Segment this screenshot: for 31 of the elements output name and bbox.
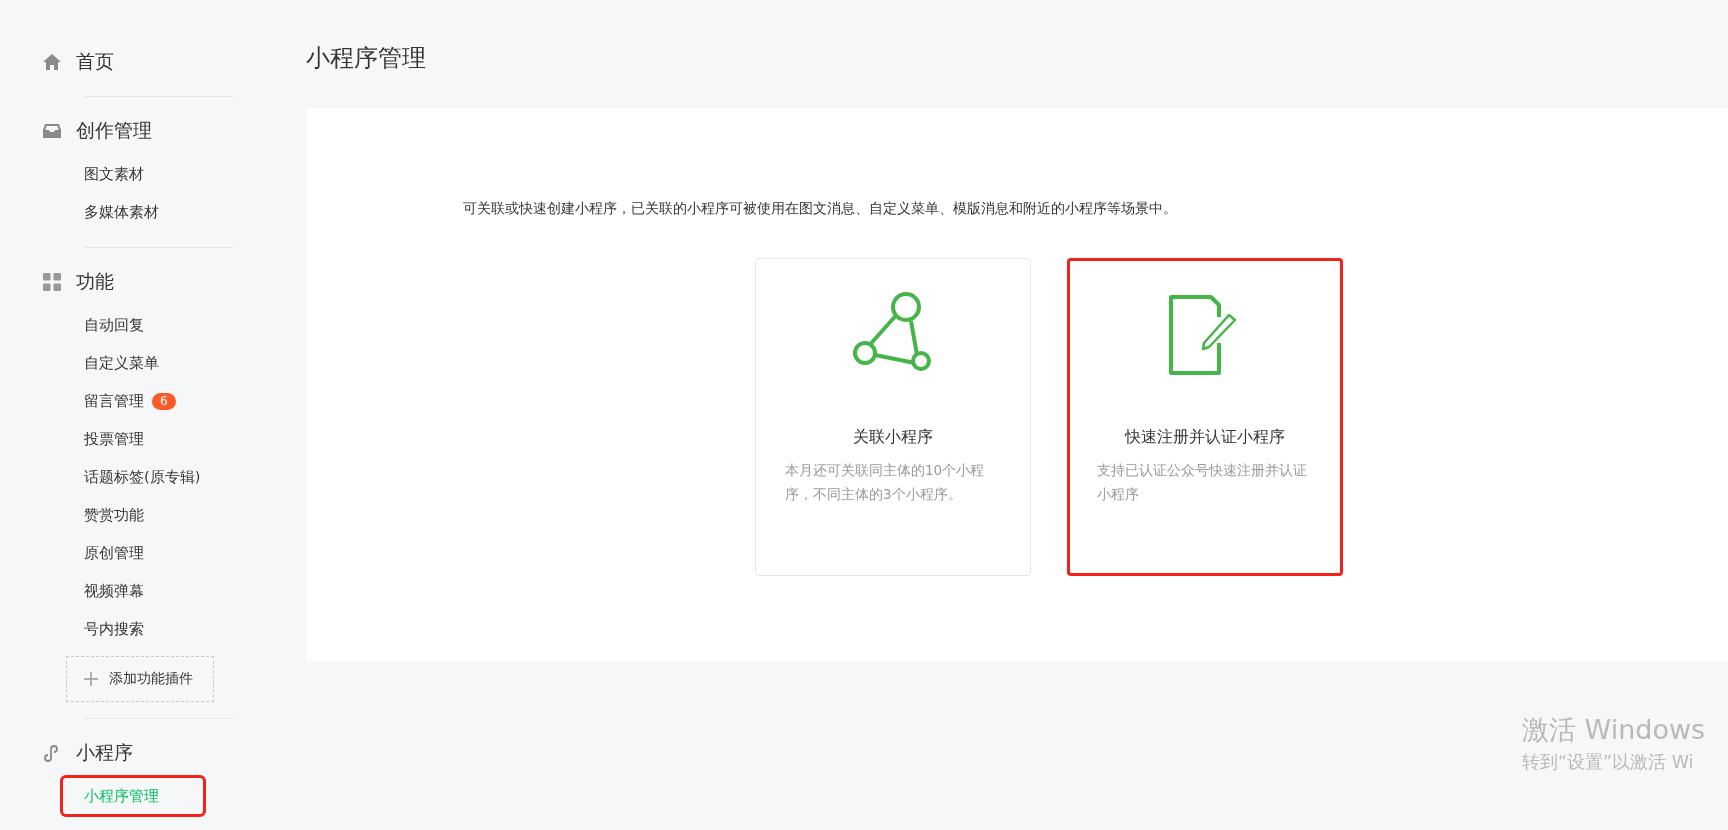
option-card[interactable]: 关联小程序 本月还可关联同主体的10个小程序，不同主体的3个小程序。 <box>755 258 1031 576</box>
option-card[interactable]: 快速注册并认证小程序 支持已认证公众号快速注册并认证小程序 <box>1067 258 1343 576</box>
page-title: 小程序管理 <box>306 43 427 74</box>
activation-notice-title: 激活 Windows <box>1522 713 1706 747</box>
sidebar-item[interactable]: 原创管理 <box>62 534 204 572</box>
plus-icon <box>83 671 99 687</box>
sidebar-heading[interactable]: 小程序 <box>76 740 133 766</box>
home-icon <box>42 52 62 72</box>
add-plugin-button[interactable]: 添加功能插件 <box>66 656 214 702</box>
sidebar-item[interactable]: 图文素材 <box>62 155 204 193</box>
description-text: 可关联或快速创建小程序，已关联的小程序可被使用在图文消息、自定义菜单、模版消息和附近的小程序等场景中。 <box>463 200 1178 218</box>
sidebar-heading[interactable]: 首页 <box>76 49 114 75</box>
sidebar-heading[interactable]: 功能 <box>76 269 114 295</box>
card-title: 关联小程序 <box>853 427 933 448</box>
sidebar-item[interactable]: 自动回复 <box>62 306 204 344</box>
sidebar-item[interactable]: 号内搜索 <box>62 610 204 648</box>
sidebar-item[interactable]: 自定义菜单 <box>62 344 204 382</box>
grid-icon <box>42 272 62 292</box>
sidebar-item[interactable]: 多媒体素材 <box>62 193 204 231</box>
card-title: 快速注册并认证小程序 <box>1125 427 1285 448</box>
card-description: 支持已认证公众号快速注册并认证小程序 <box>1097 461 1308 504</box>
sidebar-item[interactable]: 留言管理 6 <box>62 382 204 420</box>
sidebar-item[interactable]: 投票管理 <box>62 420 204 458</box>
card-description: 本月还可关联同主体的10个小程序，不同主体的3个小程序。 <box>785 461 986 504</box>
sidebar-item[interactable]: 视频弹幕 <box>62 572 204 610</box>
sidebar-item[interactable]: 赞赏功能 <box>62 496 204 534</box>
sidebar-item[interactable]: 话题标签(原专辑) <box>62 458 204 496</box>
inbox-icon <box>42 121 62 141</box>
activation-notice-text: 转到“设置”以激活 Wi <box>1522 751 1695 774</box>
sidebar-heading[interactable]: 创作管理 <box>76 118 152 144</box>
count-badge: 6 <box>152 392 176 410</box>
